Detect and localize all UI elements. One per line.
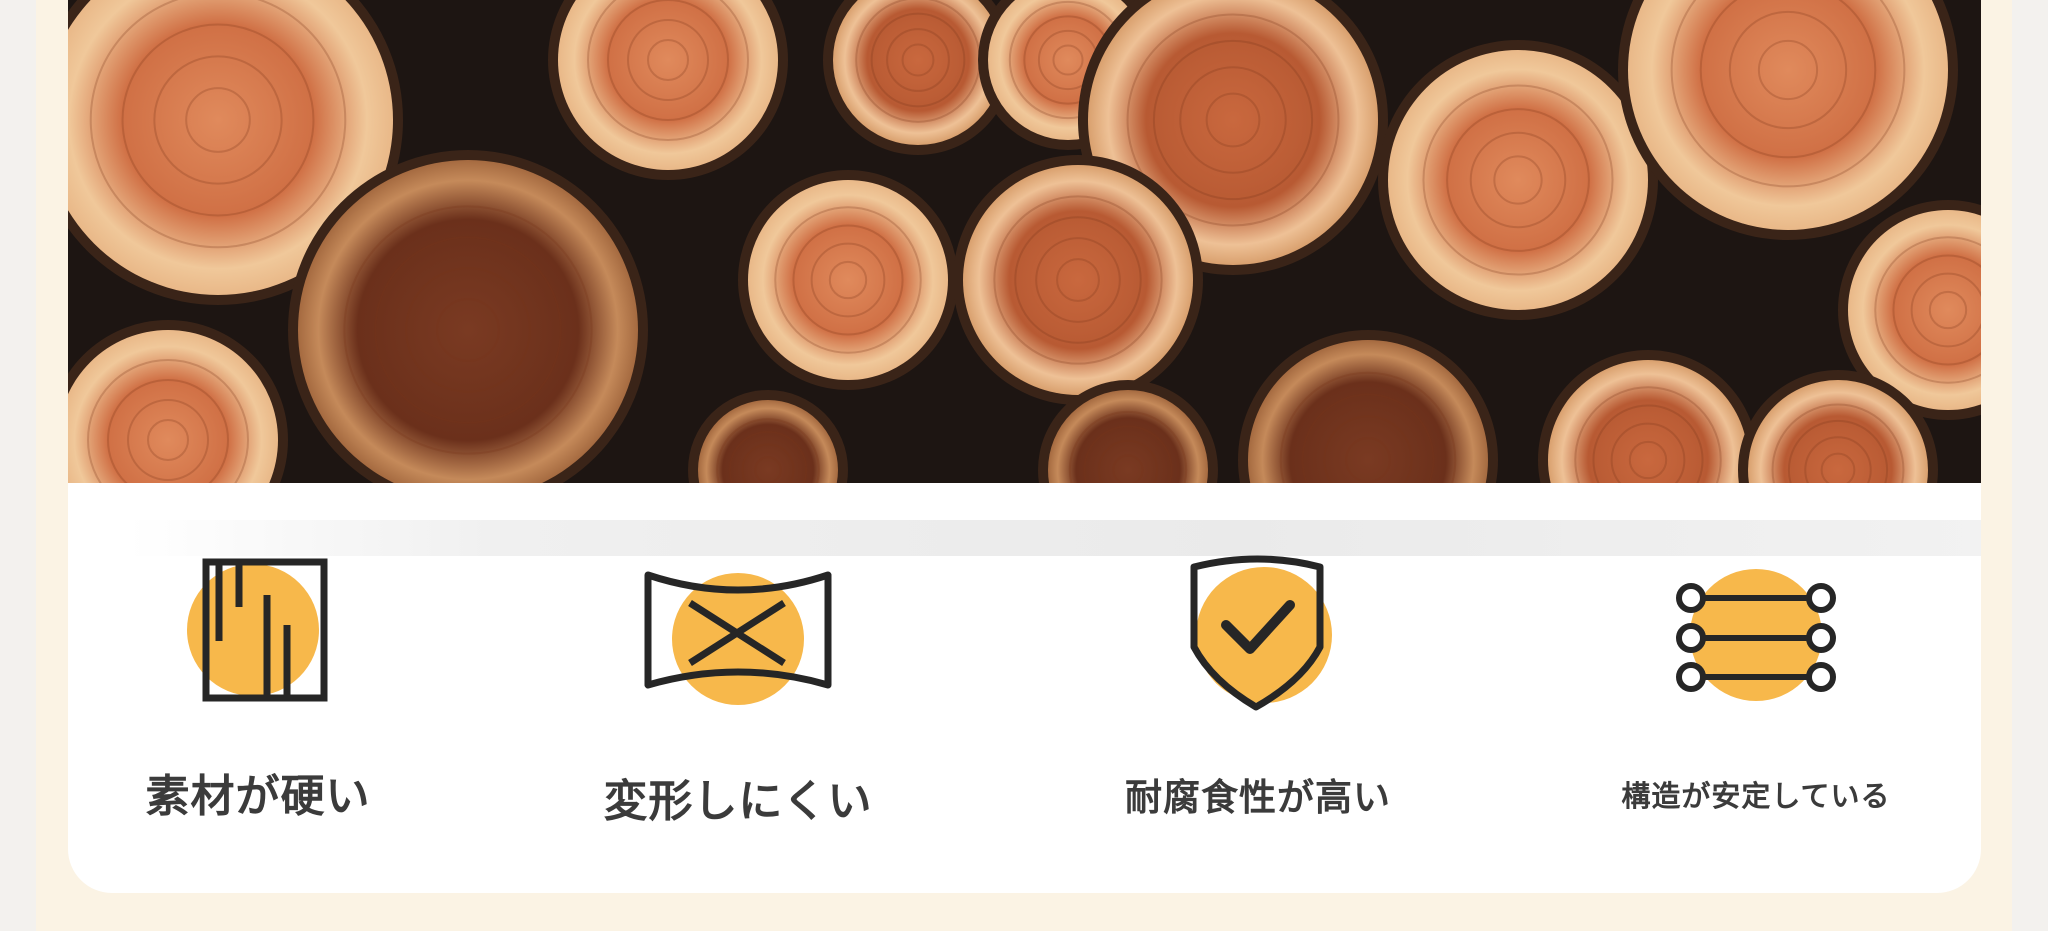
divider-shadow	[128, 520, 1981, 556]
feature-label: 構造が安定している	[1621, 779, 1891, 813]
wood-grain-icon	[183, 555, 333, 709]
page-frame: 素材が硬い 変形しにくい 耐腐食性が高い 構造が安定している	[36, 0, 2012, 931]
stable-structure-icon	[1671, 555, 1841, 709]
no-deformation-icon	[638, 555, 838, 709]
feature-label: 耐腐食性が高い	[1125, 776, 1391, 819]
feature-label: 素材が硬い	[145, 771, 371, 822]
feature-label: 変形しにくい	[603, 776, 873, 827]
shield-check-icon	[1178, 555, 1338, 719]
logs-illustration	[68, 0, 1981, 483]
feature-card: 素材が硬い 変形しにくい 耐腐食性が高い 構造が安定している	[68, 0, 1981, 893]
log-end	[748, 180, 948, 380]
feature-hard-material: 素材が硬い	[68, 555, 448, 845]
log-end	[1388, 50, 1648, 310]
feature-no-deformation: 変形しにくい	[548, 555, 928, 845]
logs-photo	[68, 0, 1981, 483]
feature-corrosion-resistant: 耐腐食性が高い	[1068, 555, 1448, 845]
feature-stable-structure: 構造が安定している	[1566, 555, 1946, 845]
log-end	[963, 165, 1193, 395]
